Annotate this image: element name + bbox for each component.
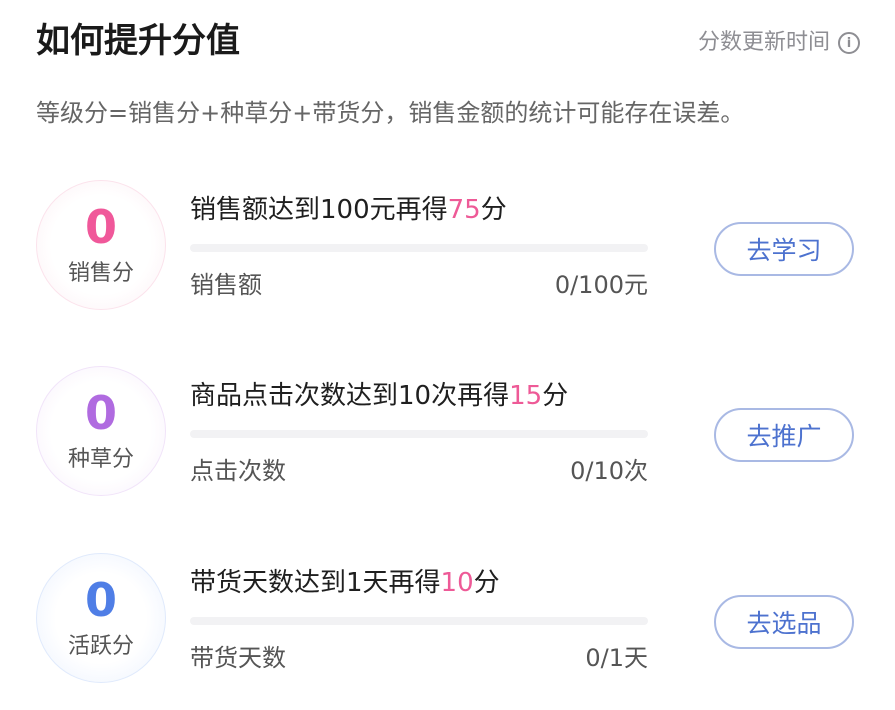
score-formula-description: 等级分=销售分+种草分+带货分，销售金额的统计可能存在误差。 <box>36 99 745 127</box>
page-title: 如何提升分值 <box>36 21 240 61</box>
header: 如何提升分值 分数更新时间 i <box>36 18 860 70</box>
sales-goal-prefix: 销售额达到100元再得 <box>190 195 448 225</box>
score-update-time-link[interactable]: 分数更新时间 i <box>698 28 860 58</box>
sales-goal-content: 销售额达到100元再得75分 销售额 0/100元 <box>190 180 648 312</box>
active-score-badge: 0 活跃分 <box>36 553 166 683</box>
grass-progress-bar <box>190 430 648 438</box>
score-row-active: 0 活跃分 带货天数达到1天再得10分 带货天数 0/1天 去选品 <box>36 553 860 685</box>
active-goal-prefix: 带货天数达到1天再得 <box>190 568 441 598</box>
sales-progress-bar <box>190 244 648 252</box>
grass-score-label: 种草分 <box>67 447 134 472</box>
sales-goal-suffix: 分 <box>480 195 507 225</box>
active-goal-text: 带货天数达到1天再得10分 <box>190 565 500 601</box>
score-row-sales: 0 销售分 销售额达到100元再得75分 销售额 0/100元 去学习 <box>36 180 860 312</box>
grass-goal-points: 15 <box>509 381 543 411</box>
sales-metric-value: 0/100元 <box>554 271 648 299</box>
active-metric-label: 带货天数 <box>190 644 286 672</box>
go-select-products-button[interactable]: 去选品 <box>714 595 854 649</box>
info-icon[interactable]: i <box>838 32 860 54</box>
sales-score-label: 销售分 <box>67 261 134 286</box>
grass-goal-suffix: 分 <box>542 381 569 411</box>
sales-goal-text: 销售额达到100元再得75分 <box>190 192 507 228</box>
active-score-label: 活跃分 <box>67 634 134 659</box>
go-learn-button[interactable]: 去学习 <box>714 222 854 276</box>
grass-goal-content: 商品点击次数达到10次再得15分 点击次数 0/10次 <box>190 366 648 498</box>
grass-score-value: 0 <box>84 386 117 440</box>
sales-goal-points: 75 <box>447 195 481 225</box>
active-goal-suffix: 分 <box>473 568 500 598</box>
grass-goal-text: 商品点击次数达到10次再得15分 <box>190 378 568 414</box>
go-promote-button[interactable]: 去推广 <box>714 408 854 462</box>
active-metric-value: 0/1天 <box>585 644 648 672</box>
grass-score-badge: 0 种草分 <box>36 366 166 496</box>
grass-metric-value: 0/10次 <box>570 457 648 485</box>
active-goal-points: 10 <box>440 568 474 598</box>
sales-metric-label: 销售额 <box>190 271 262 299</box>
grass-metric-label: 点击次数 <box>190 457 286 485</box>
sales-score-badge: 0 销售分 <box>36 180 166 310</box>
active-goal-content: 带货天数达到1天再得10分 带货天数 0/1天 <box>190 553 648 685</box>
score-update-time-label: 分数更新时间 <box>697 30 830 55</box>
active-score-value: 0 <box>84 573 117 627</box>
sales-score-value: 0 <box>84 200 117 254</box>
active-progress-bar <box>190 617 648 625</box>
grass-goal-prefix: 商品点击次数达到10次再得 <box>190 381 510 411</box>
score-row-grass: 0 种草分 商品点击次数达到10次再得15分 点击次数 0/10次 去推广 <box>36 366 860 498</box>
